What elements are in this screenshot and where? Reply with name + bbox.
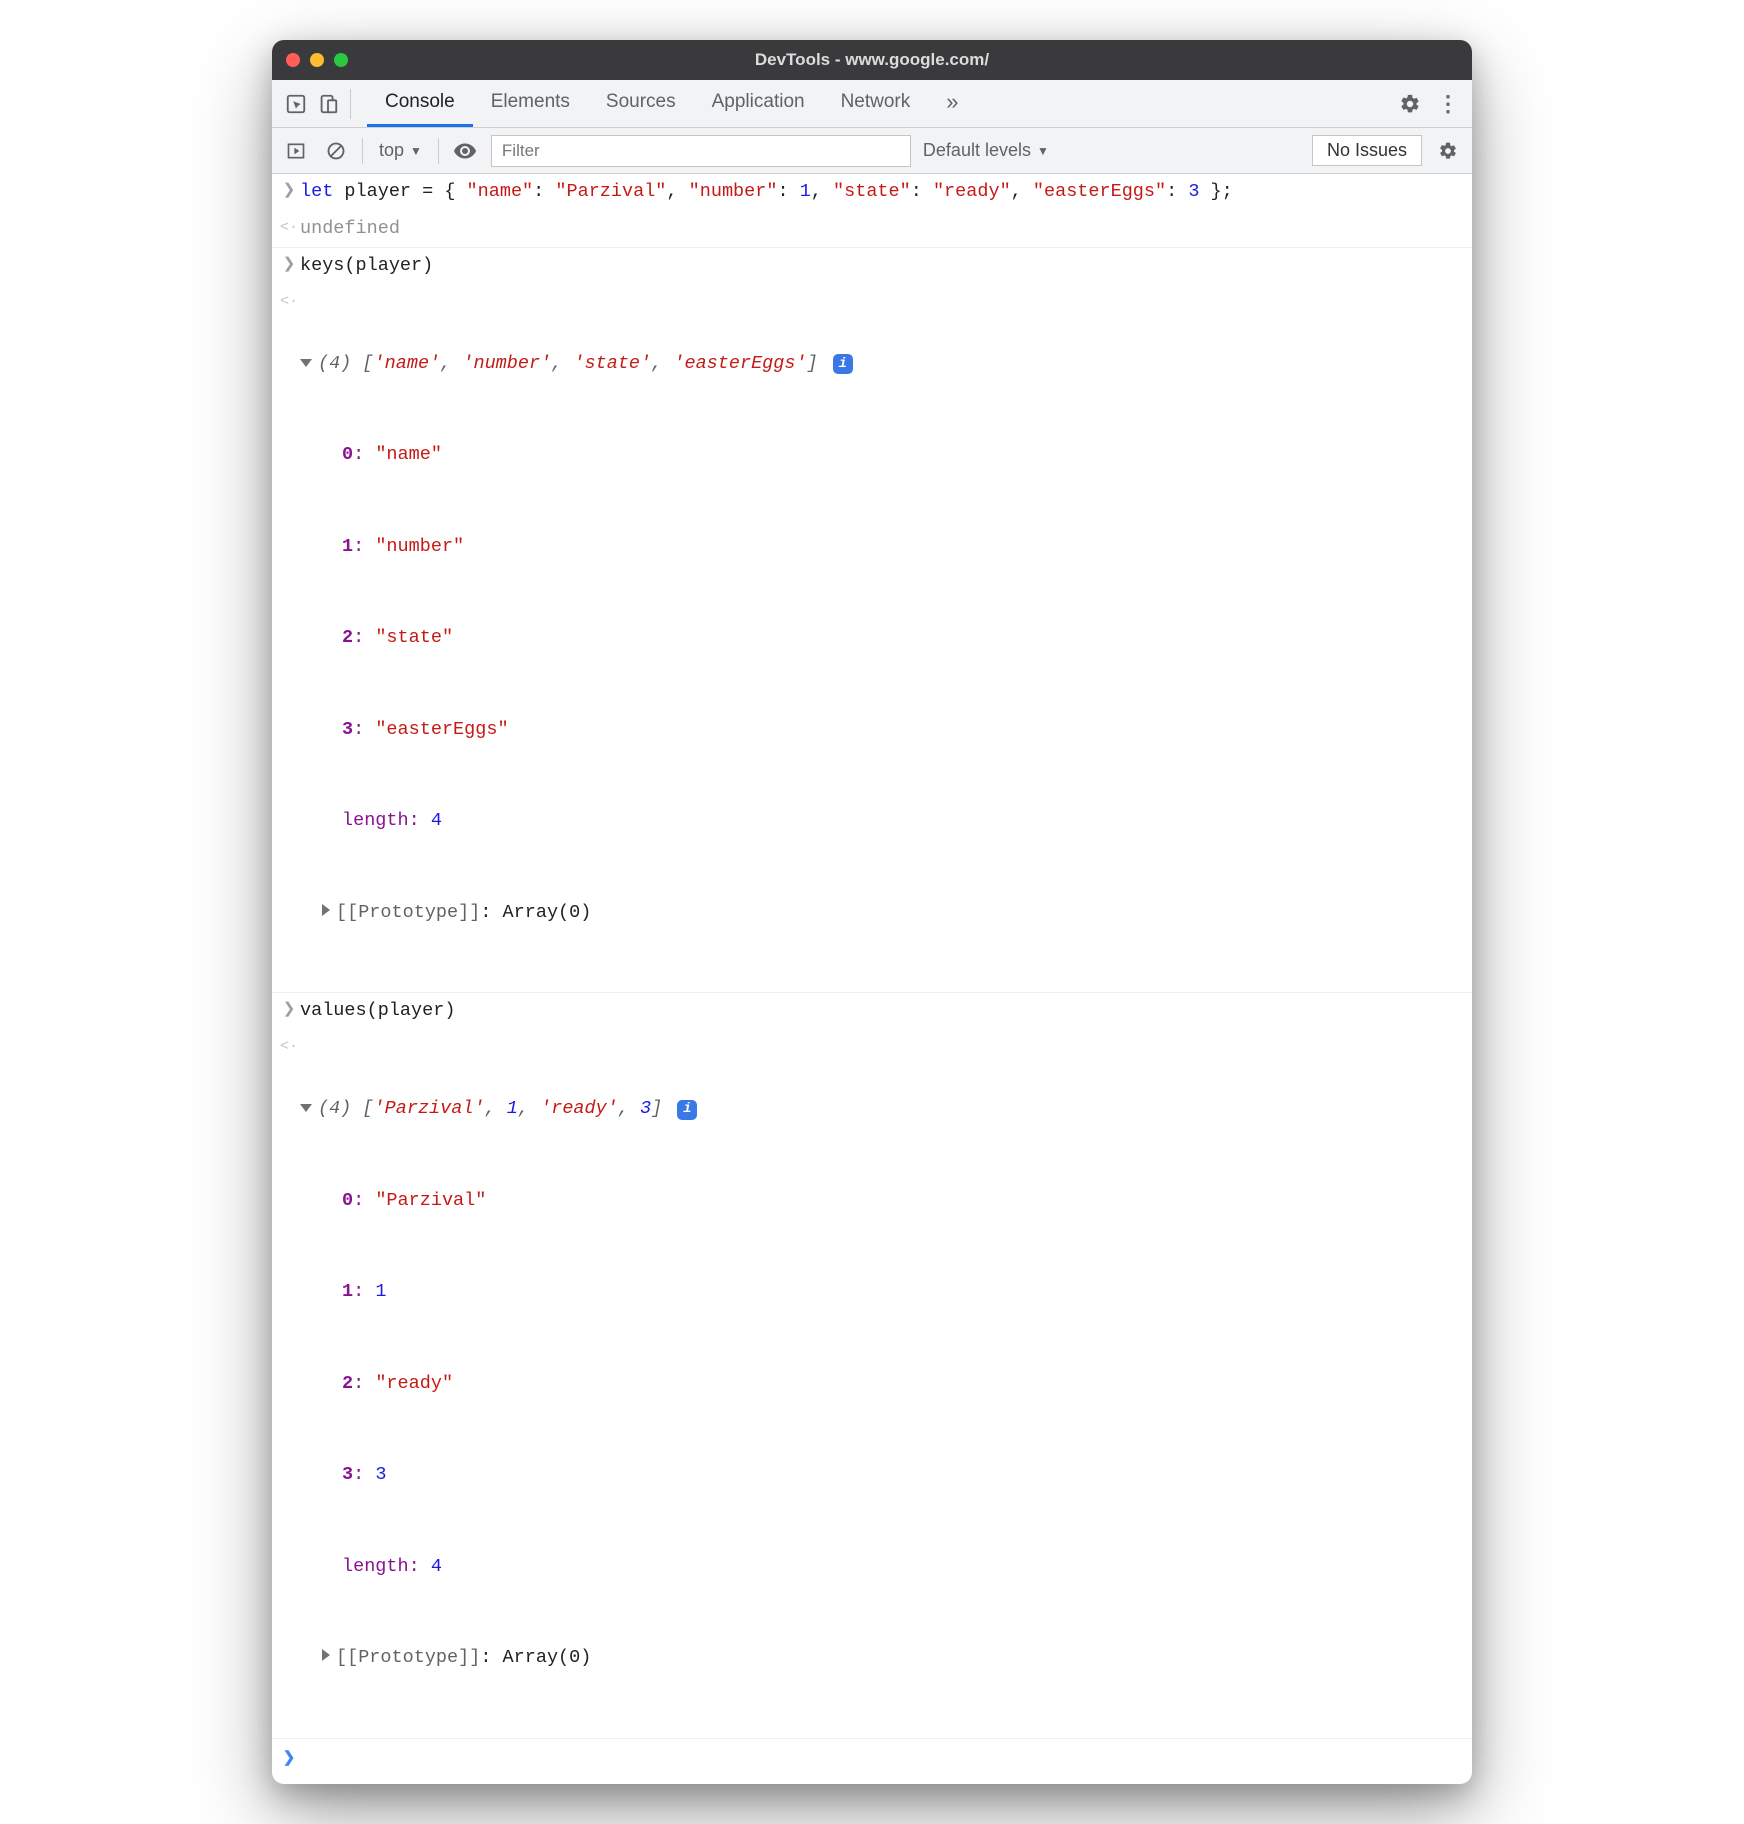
sidebar-toggle-icon[interactable] — [282, 137, 310, 165]
titlebar: DevTools - www.google.com/ — [272, 40, 1472, 80]
tab-console[interactable]: Console — [367, 80, 473, 127]
console-prompt[interactable]: ❯ — [272, 1739, 1472, 1784]
tab-sources[interactable]: Sources — [588, 80, 694, 127]
tab-application[interactable]: Application — [694, 80, 823, 127]
array-prototype[interactable]: [[Prototype]]: Array(0) — [300, 898, 1464, 929]
output-chevron-icon: <· — [278, 214, 300, 241]
console-body: ❯ let player = { "name": "Parzival", "nu… — [272, 174, 1472, 1784]
expand-arrow-icon[interactable] — [322, 1649, 330, 1661]
expand-arrow-icon[interactable] — [300, 359, 312, 367]
array-summary[interactable]: (4) ['Parzival', 1, 'ready', 3] i — [300, 1094, 1464, 1125]
settings-icon[interactable] — [1394, 88, 1426, 120]
issues-button[interactable]: No Issues — [1312, 135, 1422, 166]
array-output[interactable]: (4) ['name', 'number', 'state', 'easterE… — [300, 288, 1464, 990]
array-prototype[interactable]: [[Prototype]]: Array(0) — [300, 1643, 1464, 1674]
info-icon[interactable]: i — [833, 354, 853, 374]
array-item: 2: "state" — [300, 623, 1464, 654]
array-item: 3: 3 — [300, 1460, 1464, 1491]
console-toolbar: top ▼ Default levels ▼ No Issues — [272, 128, 1472, 174]
output-chevron-icon: <· — [278, 1033, 300, 1060]
input-chevron-icon: ❯ — [278, 251, 300, 278]
array-item: 1: "number" — [300, 532, 1464, 563]
chevron-down-icon: ▼ — [410, 144, 422, 158]
traffic-lights — [286, 53, 348, 67]
console-code[interactable]: keys(player) — [300, 251, 1464, 282]
console-settings-icon[interactable] — [1434, 137, 1462, 165]
array-summary[interactable]: (4) ['name', 'number', 'state', 'easterE… — [300, 349, 1464, 380]
console-output: undefined — [300, 214, 1464, 245]
expand-arrow-icon[interactable] — [322, 904, 330, 916]
log-levels-selector[interactable]: Default levels ▼ — [923, 140, 1049, 161]
console-output-row: <· (4) ['name', 'number', 'state', 'east… — [272, 285, 1472, 994]
divider — [350, 89, 351, 119]
console-input-row: ❯ let player = { "name": "Parzival", "nu… — [272, 174, 1472, 211]
console-output-row: <· (4) ['Parzival', 1, 'ready', 3] i 0: … — [272, 1030, 1472, 1739]
output-chevron-icon: <· — [278, 288, 300, 315]
tab-elements[interactable]: Elements — [473, 80, 588, 127]
device-toggle-icon[interactable] — [312, 88, 344, 120]
info-icon[interactable]: i — [677, 1100, 697, 1120]
console-code[interactable]: let player = { "name": "Parzival", "numb… — [300, 177, 1464, 208]
array-length: length: 4 — [300, 806, 1464, 837]
window-title: DevTools - www.google.com/ — [272, 50, 1472, 70]
expand-arrow-icon[interactable] — [300, 1104, 312, 1112]
inspect-icon[interactable] — [280, 88, 312, 120]
tabs-overflow-icon[interactable]: » — [928, 80, 976, 127]
prompt-chevron-icon: ❯ — [278, 1745, 300, 1772]
zoom-icon[interactable] — [334, 53, 348, 67]
minimize-icon[interactable] — [310, 53, 324, 67]
array-output[interactable]: (4) ['Parzival', 1, 'ready', 3] i 0: "Pa… — [300, 1033, 1464, 1735]
array-item: 3: "easterEggs" — [300, 715, 1464, 746]
levels-label: Default levels — [923, 140, 1031, 161]
input-chevron-icon: ❯ — [278, 177, 300, 204]
chevron-down-icon: ▼ — [1037, 144, 1049, 158]
array-length: length: 4 — [300, 1552, 1464, 1583]
array-item: 2: "ready" — [300, 1369, 1464, 1400]
array-item: 1: 1 — [300, 1277, 1464, 1308]
array-item: 0: "Parzival" — [300, 1186, 1464, 1217]
context-label: top — [379, 140, 404, 161]
context-selector[interactable]: top ▼ — [375, 140, 426, 161]
console-output-row: <· undefined — [272, 211, 1472, 249]
console-input-row: ❯ keys(player) — [272, 248, 1472, 285]
input-chevron-icon: ❯ — [278, 996, 300, 1023]
clear-console-icon[interactable] — [322, 137, 350, 165]
console-code[interactable]: values(player) — [300, 996, 1464, 1027]
tabs: Console Elements Sources Application Net… — [367, 80, 1394, 127]
console-input-row: ❯ values(player) — [272, 993, 1472, 1030]
live-expression-icon[interactable] — [451, 137, 479, 165]
close-icon[interactable] — [286, 53, 300, 67]
devtools-window: DevTools - www.google.com/ Console Eleme… — [272, 40, 1472, 1784]
tabbar: Console Elements Sources Application Net… — [272, 80, 1472, 128]
filter-input[interactable] — [491, 135, 911, 167]
kebab-menu-icon[interactable]: ⋮ — [1432, 88, 1464, 120]
array-item: 0: "name" — [300, 440, 1464, 471]
divider — [362, 138, 363, 164]
tab-network[interactable]: Network — [823, 80, 929, 127]
divider — [438, 138, 439, 164]
